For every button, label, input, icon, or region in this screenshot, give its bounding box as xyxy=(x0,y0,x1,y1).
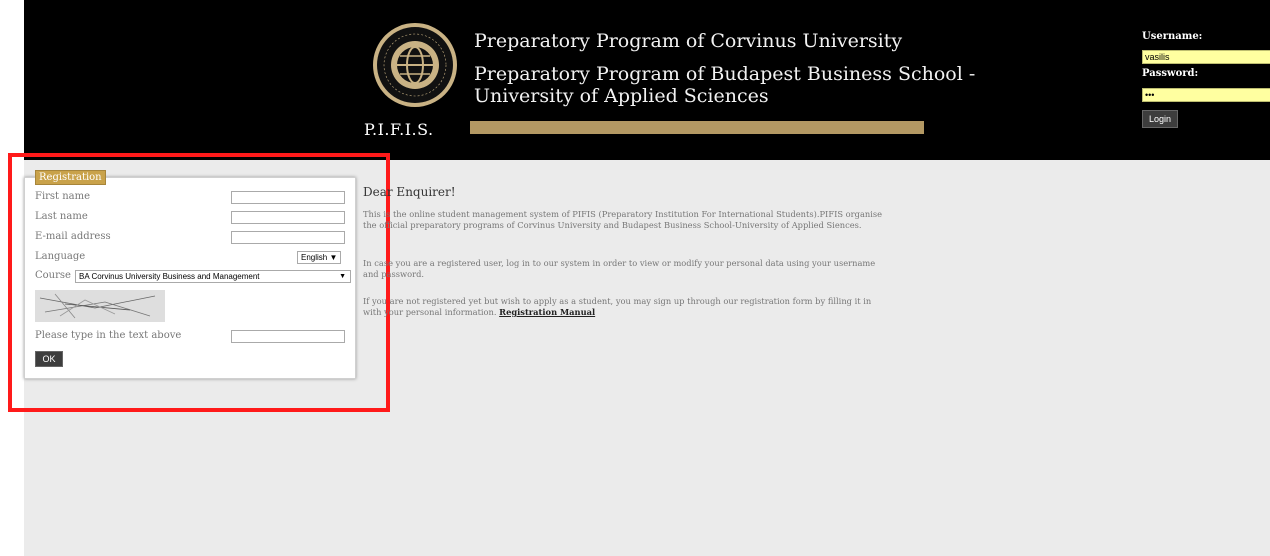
login-button[interactable]: Login xyxy=(1142,110,1178,128)
program-title-corvinus: Preparatory Program of Corvinus Universi… xyxy=(474,30,903,52)
header-gold-bar xyxy=(470,121,924,134)
username-input[interactable]: vasilis xyxy=(1142,50,1270,64)
password-input[interactable]: ••• xyxy=(1142,88,1270,102)
welcome-paragraph-register: If you are not registered yet but wish t… xyxy=(363,296,883,318)
highlight-box xyxy=(8,153,390,412)
pifis-seal-logo xyxy=(373,23,457,107)
welcome-paragraph-login: In case you are a registered user, log i… xyxy=(363,258,876,279)
welcome-paragraph-intro: This is the online student management sy… xyxy=(363,209,883,230)
registration-manual-link[interactable]: Registration Manual xyxy=(499,307,595,317)
program-title-bbs-line1: Preparatory Program of Budapest Business… xyxy=(474,63,976,85)
welcome-title: Dear Enquirer! xyxy=(363,185,456,199)
pifis-logo-text: P.I.F.I.S. xyxy=(364,120,434,139)
register-text: If you are not registered yet but wish t… xyxy=(363,296,872,317)
password-label: Password: xyxy=(1142,68,1199,79)
username-label: Username: xyxy=(1142,31,1203,42)
program-title-bbs-line2: University of Applied Sciences xyxy=(474,85,769,107)
